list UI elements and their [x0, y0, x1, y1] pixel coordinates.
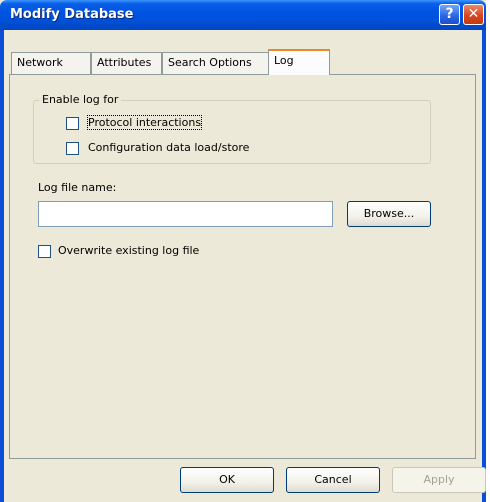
close-icon: ✕ — [467, 6, 480, 22]
log-file-name-input[interactable] — [38, 201, 333, 227]
dialog-title: Modify Database — [10, 7, 134, 22]
window-frame-right — [482, 30, 486, 502]
protocol-interactions-checkbox[interactable] — [66, 117, 79, 130]
modify-database-dialog: Modify Database ? ✕ Network Attributes S… — [0, 0, 486, 502]
cancel-button-label: Cancel — [314, 473, 352, 486]
help-button[interactable]: ? — [439, 4, 460, 25]
tab-network[interactable]: Network — [11, 52, 91, 74]
ok-button[interactable]: OK — [180, 467, 274, 493]
tab-network-label: Network — [17, 56, 63, 69]
help-icon: ? — [445, 6, 454, 22]
overwrite-log-label[interactable]: Overwrite existing log file — [58, 244, 199, 257]
browse-button[interactable]: Browse... — [347, 201, 431, 227]
browse-button-label: Browse... — [363, 207, 415, 220]
protocol-interactions-label[interactable]: Protocol interactions — [86, 115, 203, 130]
title-bar[interactable]: Modify Database ? ✕ — [0, 0, 486, 30]
tab-log-label: Log — [274, 54, 294, 67]
window-frame-left — [0, 30, 4, 502]
apply-button[interactable]: Apply — [392, 467, 486, 493]
enable-log-group — [33, 100, 431, 164]
cancel-button[interactable]: Cancel — [286, 467, 380, 493]
configuration-data-checkbox[interactable] — [66, 142, 79, 155]
log-file-name-label: Log file name: — [38, 181, 117, 194]
apply-button-label: Apply — [423, 473, 455, 486]
tab-search-options-label: Search Options — [168, 56, 252, 69]
close-button[interactable]: ✕ — [463, 4, 484, 25]
tab-search-options[interactable]: Search Options — [162, 52, 270, 74]
tab-log[interactable]: Log — [268, 49, 330, 75]
tab-attributes[interactable]: Attributes — [91, 52, 162, 74]
ok-button-label: OK — [219, 473, 235, 486]
enable-log-group-label: Enable log for — [39, 93, 122, 106]
configuration-data-label[interactable]: Configuration data load/store — [88, 141, 249, 154]
tab-attributes-label: Attributes — [97, 56, 152, 69]
overwrite-log-checkbox[interactable] — [38, 245, 51, 258]
